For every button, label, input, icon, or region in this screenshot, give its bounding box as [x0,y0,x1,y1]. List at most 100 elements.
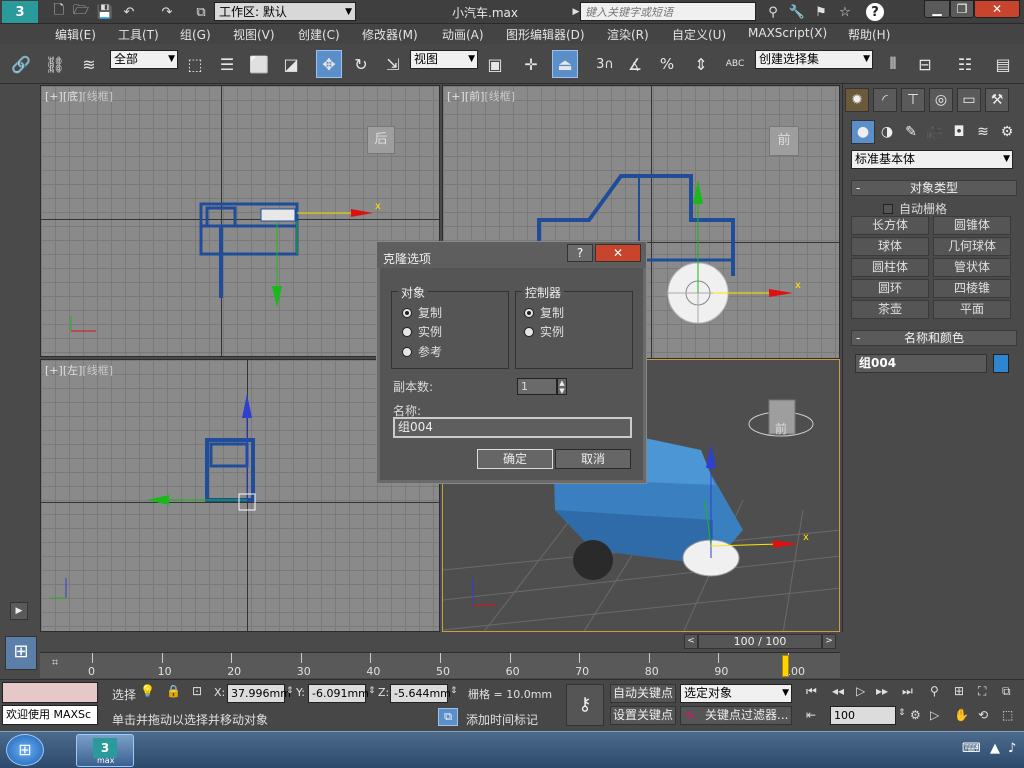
zoom-all-icon[interactable]: ⊞ [954,684,964,698]
cylinder-button[interactable]: 圆柱体 [851,258,929,277]
bind-space-warp-icon[interactable]: ≋ [76,50,102,78]
geosphere-button[interactable]: 几何球体 [933,237,1011,256]
object-type-rollout[interactable]: - 对象类型 [851,180,1017,196]
selection-filter-dropdown[interactable]: 全部 ▼ [110,50,178,69]
geometry-icon[interactable]: ● [851,120,875,144]
favorites-star-icon[interactable]: ☆ [834,2,856,22]
menu-views[interactable]: 视图(V) [233,26,275,43]
save-icon[interactable]: 💾 [94,2,116,22]
undo-icon[interactable]: ↶ [118,2,140,22]
cancel-button[interactable]: 取消 [555,449,631,469]
menu-animation[interactable]: 动画(A) [442,26,484,43]
object-name-field[interactable]: 组004 [855,354,987,373]
open-file-icon[interactable]: 🗁 [70,2,92,22]
prev-key-icon[interactable]: ◂◂ [832,684,844,698]
select-and-move-icon[interactable]: ✥ [316,50,342,78]
motion-tab-icon[interactable]: ◎ [929,88,953,112]
spinner-icon[interactable]: ⇕ [450,686,458,696]
goto-start-icon[interactable]: ⏮ [806,684,817,699]
redo-icon[interactable]: ↷ [156,2,178,22]
named-selection-dropdown[interactable]: 创建选择集 ▼ [755,50,873,69]
app-logo-button[interactable]: 3 [2,1,38,23]
set-key-button[interactable]: 设置关键点 [610,706,676,725]
manipulate-icon[interactable]: ✛ [518,50,544,78]
helpers-icon[interactable]: ◘ [947,120,971,144]
layer-manager-icon[interactable]: ☷ [952,50,978,78]
menu-edit[interactable]: 编辑(E) [55,26,96,43]
menu-group[interactable]: 组(G) [180,26,211,43]
spinner-icon[interactable]: ⇕ [368,686,376,696]
menu-graph-editors[interactable]: 图形编辑器(D) [506,26,585,43]
goto-end-icon[interactable]: ⏭ [902,684,913,699]
align-icon[interactable]: ⊟ [912,50,938,78]
select-object-icon[interactable]: ⬚ [182,50,208,78]
cameras-icon[interactable]: 🎥 [923,120,947,144]
display-tab-icon[interactable]: ▭ [957,88,981,112]
spinner-icon[interactable]: ⇕ [898,708,906,718]
keyboard-shortcut-override-icon[interactable]: ⏏ [552,50,578,78]
tube-button[interactable]: 管状体 [933,258,1011,277]
name-color-rollout[interactable]: - 名称和颜色 [851,330,1017,346]
community-icon[interactable]: ⚑ [810,2,832,22]
key-mode-toggle-icon[interactable]: ⇤ [806,708,816,722]
time-configuration-icon[interactable]: ⚙ [910,708,921,722]
controller-copy-radio[interactable]: 复制 [524,304,564,321]
select-and-rotate-icon[interactable]: ↻ [348,50,374,78]
systems-icon[interactable]: ⚙ [995,120,1019,144]
select-and-scale-icon[interactable]: ⇲ [380,50,406,78]
project-folder-icon[interactable]: ⧉ [190,2,212,22]
z-coordinate-field[interactable]: -5.644mm [390,684,451,703]
prev-frame-icon[interactable]: < [684,634,698,649]
curve-editor-icon[interactable]: ⌗ [52,656,70,670]
maximize-viewport-icon[interactable]: ⬚ [1002,708,1013,722]
volume-icon[interactable]: ♪ [1008,741,1016,756]
cone-button[interactable]: 圆锥体 [933,216,1011,235]
link-icon[interactable]: 🔗 [8,50,34,78]
menu-customize[interactable]: 自定义(U) [672,26,726,43]
pivot-center-icon[interactable]: ▣ [482,50,508,78]
ok-button[interactable]: 确定 [477,449,553,469]
expand-arrow-icon[interactable]: ▶ [10,602,28,620]
copies-spinner[interactable]: ▲ ▼ [557,378,567,395]
box-button[interactable]: 长方体 [851,216,929,235]
pyramid-button[interactable]: 四棱锥 [933,279,1011,298]
create-tab-icon[interactable]: ✹ [845,88,869,112]
controller-instance-radio[interactable]: 实例 [524,323,564,340]
key-mode-dropdown[interactable]: 选定对象 ▼ [680,684,792,703]
help-icon[interactable]: ? [866,3,884,21]
menu-maxscript[interactable]: MAXScript(X) [748,26,827,40]
track-bar[interactable]: ⌗ 0 10 20 30 40 50 60 70 80 90 100 [40,652,840,678]
x-coordinate-field[interactable]: 37.996mm [227,684,291,703]
taskbar-3dsmax-button[interactable]: 3 max [76,734,134,767]
zoom-extents-icon[interactable]: ⛶ [978,684,986,699]
shapes-icon[interactable]: ◑ [875,120,899,144]
key-filters-button[interactable]: ∿ 关键点过滤器... [680,706,792,725]
percent-snap-icon[interactable]: % [654,50,680,78]
zoom-extents-all-icon[interactable]: ⧉ [1002,684,1011,699]
menu-modifiers[interactable]: 修改器(M) [362,26,418,43]
viewport-layout-icon[interactable]: ⊞ [5,636,37,670]
dialog-close-button[interactable]: ✕ [595,244,641,262]
menu-rendering[interactable]: 渲染(R) [607,26,649,43]
menu-tools[interactable]: 工具(T) [118,26,159,43]
help-button[interactable]: ? [567,244,593,262]
space-warps-icon[interactable]: ≋ [971,120,995,144]
menu-help[interactable]: 帮助(H) [848,26,890,43]
selection-lock-icon[interactable]: 🔒 [166,684,181,698]
object-color-swatch[interactable] [993,354,1009,373]
select-by-name-icon[interactable]: ☰ [214,50,240,78]
spinner-snap-icon[interactable]: ⇕ [688,50,714,78]
auto-key-button[interactable]: 自动关键点 [610,684,676,703]
angle-snap-icon[interactable]: ∡ [622,50,648,78]
lights-icon[interactable]: ✎ [899,120,923,144]
frame-display[interactable]: 100 / 100 [698,634,822,649]
start-button[interactable]: ⊞ [6,734,44,766]
modify-tab-icon[interactable]: ◜ [873,88,897,112]
isolate-bulb-icon[interactable]: 💡 [140,684,155,698]
set-key-icon[interactable]: ⚷ [566,684,604,726]
auto-grid-checkbox[interactable]: 自动栅格 [883,200,947,217]
window-crossing-icon[interactable]: ◪ [278,50,304,78]
spinner-icon[interactable]: ⇕ [286,686,294,696]
maxscript-welcome[interactable]: 欢迎使用 MAXSc [2,705,98,725]
object-instance-radio[interactable]: 实例 [402,323,442,340]
